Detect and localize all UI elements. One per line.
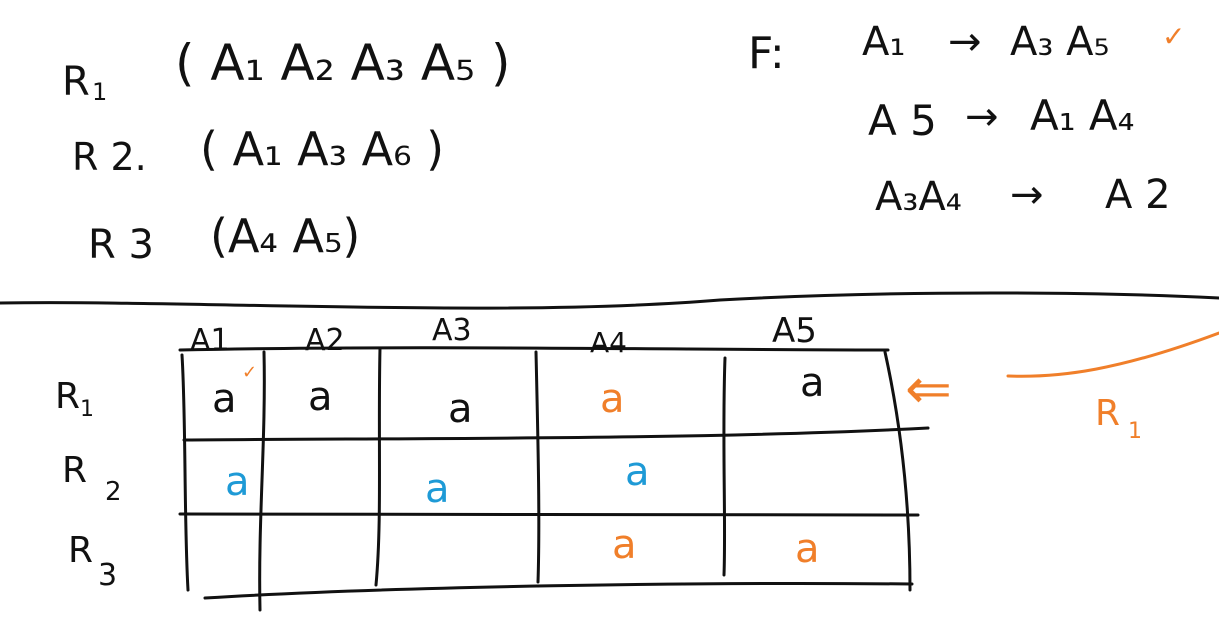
fd-1-lhs: A₁ bbox=[862, 19, 905, 65]
annotation-swoosh bbox=[1006, 331, 1219, 378]
row-label-r3: R bbox=[68, 530, 93, 571]
fd-2-arrow: → bbox=[965, 94, 999, 140]
row-label-r1-sub: 1 bbox=[80, 397, 94, 422]
r1-annotation: ⇐ R 1 bbox=[905, 331, 1219, 444]
row-label-r2-sub: 2 bbox=[105, 477, 122, 507]
grid-row2-line bbox=[178, 512, 920, 517]
relation-r2: R 2. ( A₁ A₃ A₆ ) bbox=[72, 122, 444, 179]
relation-r1-attrs: ( A₁ A₂ A₃ A₅ ) bbox=[175, 34, 510, 92]
row-labels: R 1 R 2 R 3 bbox=[55, 376, 122, 593]
whiteboard-canvas: R 1 ( A₁ A₂ A₃ A₅ ) R 2. ( A₁ A₃ A₆ ) R … bbox=[0, 19, 1219, 612]
cell-r1-a5: a bbox=[800, 360, 825, 406]
relation-r1: R 1 ( A₁ A₂ A₃ A₅ ) bbox=[62, 34, 510, 106]
row-label-r2: R bbox=[62, 450, 87, 491]
table-cells: a a a a a a a a a a bbox=[212, 360, 825, 572]
grid-left-line bbox=[180, 353, 190, 592]
double-arrow-icon: ⇐ bbox=[905, 357, 952, 422]
column-header-a3: A3 bbox=[432, 313, 472, 348]
cell-r1-a3: a bbox=[448, 386, 473, 432]
column-header-a1: A1 bbox=[190, 323, 230, 358]
relation-r2-attrs: ( A₁ A₃ A₆ ) bbox=[200, 122, 444, 176]
annotation-label-r: R bbox=[1095, 393, 1120, 434]
cell-r2-a4: a bbox=[625, 449, 650, 495]
relation-r3-name: R 3 bbox=[88, 222, 154, 268]
fd-label: F: bbox=[748, 28, 785, 79]
fd-2-rhs: A₁ A₄ bbox=[1030, 91, 1135, 140]
column-header-a5: A5 bbox=[772, 311, 817, 351]
relation-r1-sub: 1 bbox=[92, 78, 107, 106]
cell-r2-a1: a bbox=[225, 459, 250, 505]
cell-r3-a4: a bbox=[612, 522, 637, 568]
fd-2: A 5 → A₁ A₄ bbox=[868, 91, 1135, 145]
fd-1: A₁ → A₃ A₅ ✓ bbox=[862, 19, 1185, 65]
section-divider bbox=[0, 291, 1219, 310]
relation-r1-name: R bbox=[62, 59, 90, 105]
grid-col3-line bbox=[534, 350, 541, 584]
grid-bottom-line bbox=[203, 582, 914, 600]
fd-1-rhs: A₃ A₅ bbox=[1010, 19, 1110, 65]
cell-r1-a1-check: ✓ bbox=[242, 362, 257, 383]
grid-row1-line bbox=[182, 426, 930, 442]
relation-r2-name: R 2. bbox=[72, 135, 147, 179]
row-label-r1: R bbox=[55, 376, 80, 417]
fd-1-arrow: → bbox=[948, 19, 982, 65]
table-header: A1 A2 A3 A4 A5 bbox=[190, 311, 817, 359]
cell-r1-a4: a bbox=[600, 376, 625, 422]
cell-r1-a2: a bbox=[308, 374, 333, 420]
fd-2-lhs: A 5 bbox=[868, 96, 937, 145]
column-header-a4: A4 bbox=[590, 326, 627, 359]
cell-r1-a1: a bbox=[212, 376, 237, 422]
relation-r3-attrs: (A₄ A₅) bbox=[210, 209, 360, 263]
row-label-r3-sub: 3 bbox=[98, 558, 117, 593]
column-header-a2: A2 bbox=[305, 323, 345, 358]
fd-3-lhs: A₃A₄ bbox=[875, 174, 962, 220]
grid-col1-line bbox=[258, 350, 266, 612]
relation-r3: R 3 (A₄ A₅) bbox=[88, 209, 360, 268]
fd-3-arrow: → bbox=[1010, 172, 1044, 218]
cell-r2-a3: a bbox=[425, 466, 450, 512]
fd-1-check: ✓ bbox=[1162, 20, 1185, 53]
fd-3-rhs: A 2 bbox=[1105, 172, 1171, 218]
fd-3: A₃A₄ → A 2 bbox=[875, 172, 1171, 220]
annotation-label-sub: 1 bbox=[1128, 419, 1142, 444]
grid-col2-line bbox=[374, 346, 382, 587]
grid-col4-line bbox=[722, 356, 727, 577]
cell-r3-a5: a bbox=[795, 526, 820, 572]
